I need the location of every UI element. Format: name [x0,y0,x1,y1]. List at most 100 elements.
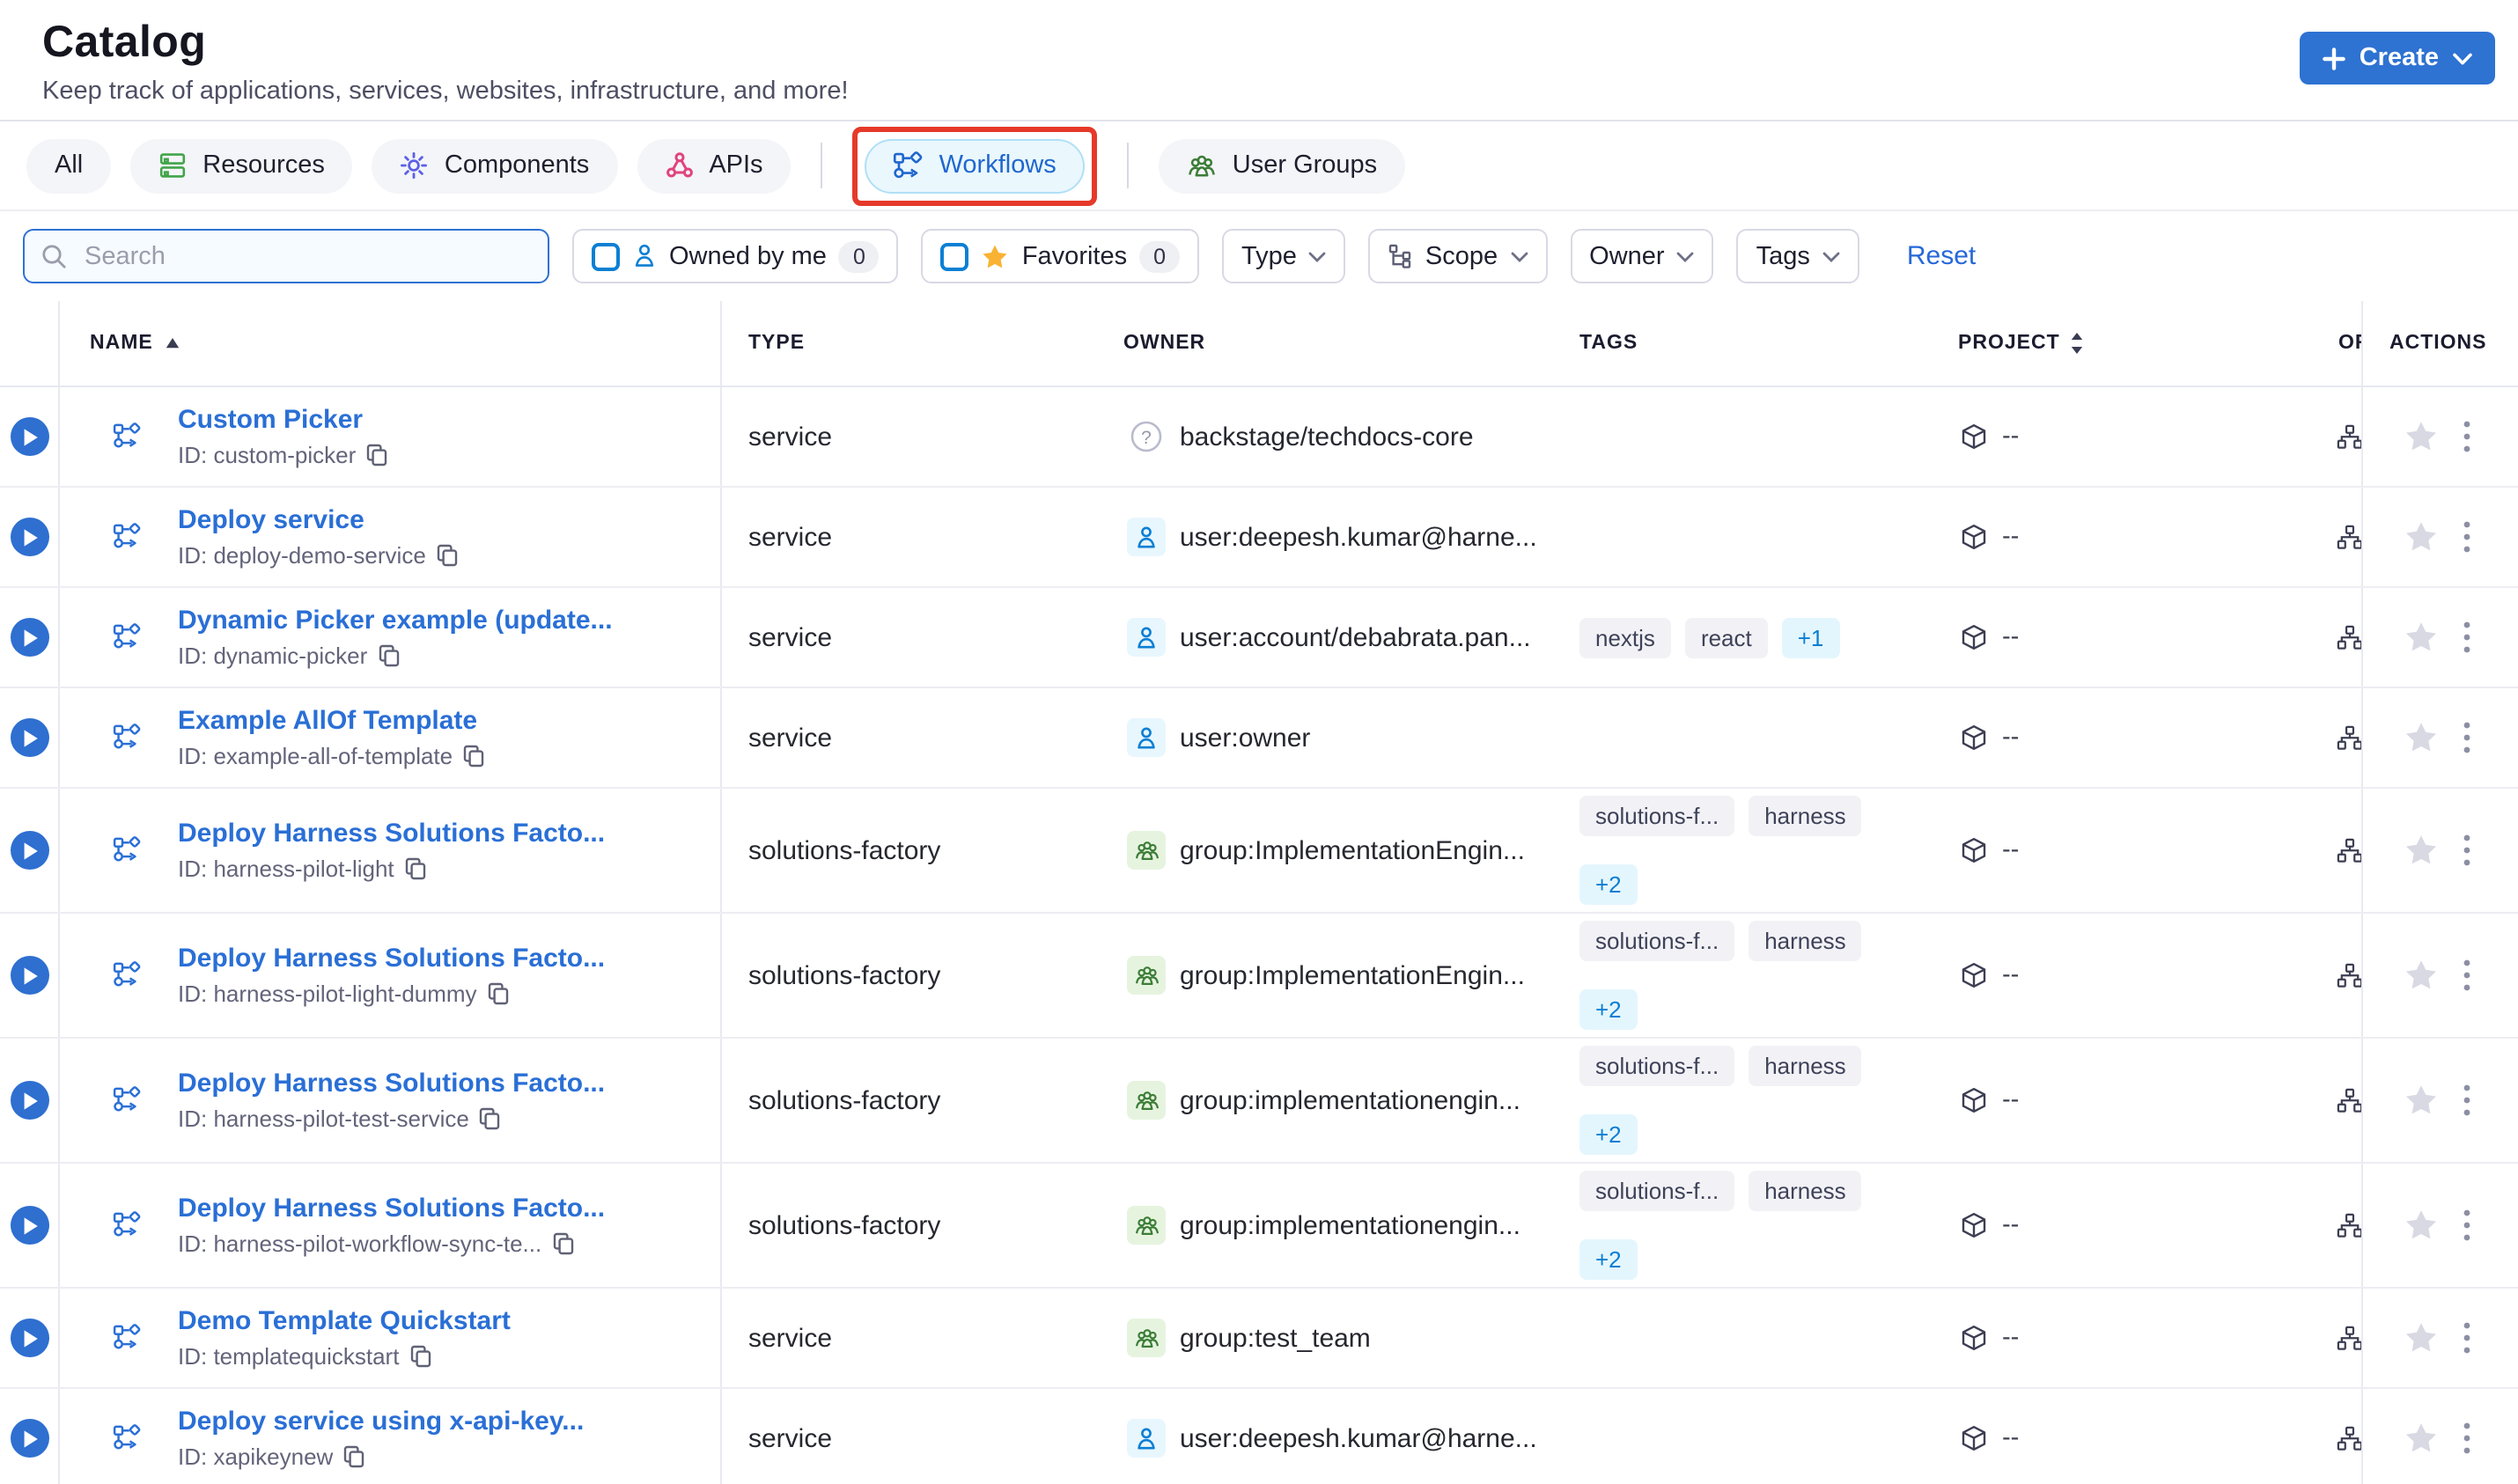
table-row: Deploy Harness Solutions Facto... ID: ha… [0,914,2518,1039]
org-chart-icon[interactable] [2337,1325,2361,1351]
kebab-menu-icon [2463,621,2470,653]
tab-components[interactable]: Components [372,138,618,193]
org-chart-icon[interactable] [2337,423,2361,450]
entity-name-link[interactable]: Deploy service using x-api-key... [178,1407,584,1436]
run-workflow-button[interactable] [10,1206,48,1245]
copy-icon[interactable] [463,745,484,768]
copy-icon[interactable] [409,1345,431,1368]
entity-name-link[interactable]: Dynamic Picker example (update... [178,606,613,635]
copy-icon[interactable] [343,1445,364,1468]
play-icon [19,427,39,446]
run-workflow-button[interactable] [10,1419,48,1458]
org-chart-icon[interactable] [2337,724,2361,751]
workflow-icon [113,422,141,451]
tab-apis[interactable]: APIs [637,138,791,193]
run-workflow-button[interactable] [10,1319,48,1357]
favorite-star-button[interactable] [2404,833,2439,868]
entity-type: service [748,522,833,552]
copy-icon[interactable] [480,1107,501,1130]
more-tags-pill[interactable]: +2 [1579,864,1638,905]
more-tags-pill[interactable]: +2 [1579,989,1638,1030]
favorite-star-button[interactable] [2404,419,2439,454]
entity-name-link[interactable]: Deploy service [178,505,364,535]
row-menu-button[interactable] [2463,1084,2470,1116]
org-chart-icon[interactable] [2337,1212,2361,1238]
favorite-star-button[interactable] [2404,1421,2439,1456]
copy-icon[interactable] [405,857,426,880]
row-menu-button[interactable] [2463,1422,2470,1454]
run-workflow-button[interactable] [10,518,48,556]
copy-icon[interactable] [366,444,387,467]
row-menu-button[interactable] [2463,1322,2470,1354]
run-workflow-button[interactable] [10,718,48,757]
entity-name-link[interactable]: Deploy Harness Solutions Facto... [178,944,605,973]
tab-all[interactable]: All [26,138,112,193]
owner-name: user:deepesh.kumar@harne... [1180,522,1537,552]
tags-filter-dropdown[interactable]: Tags [1736,229,1859,283]
entity-name-link[interactable]: Deploy Harness Solutions Facto... [178,1194,605,1223]
run-workflow-button[interactable] [10,417,48,456]
entity-name-link[interactable]: Custom Picker [178,405,363,435]
more-tags-pill[interactable]: +2 [1579,1114,1638,1155]
run-workflow-button[interactable] [10,956,48,995]
copy-icon[interactable] [378,644,399,667]
org-chart-icon[interactable] [2337,1087,2361,1113]
run-workflow-button[interactable] [10,1081,48,1120]
column-header-project[interactable]: PROJECT [1958,301,2289,386]
favorites-filter[interactable]: Favorites 0 [921,229,1200,283]
run-workflow-button[interactable] [10,618,48,657]
row-menu-button[interactable] [2463,959,2470,991]
copy-icon[interactable] [552,1232,573,1255]
favorites-checkbox[interactable] [940,242,969,270]
row-menu-button[interactable] [2463,521,2470,553]
org-chart-icon[interactable] [2337,624,2361,650]
svg-text:?: ? [1141,428,1152,448]
favorite-star-button[interactable] [2404,519,2439,555]
favorite-star-button[interactable] [2404,1083,2439,1118]
column-header-name[interactable]: NAME [60,301,720,386]
owned-by-me-filter[interactable]: Owned by me 0 [572,229,899,283]
favorite-star-button[interactable] [2404,1320,2439,1355]
org-chart-icon[interactable] [2337,962,2361,988]
entity-id: ID: harness-pilot-test-service [178,1106,469,1132]
tab-user-groups[interactable]: User Groups [1158,138,1406,193]
favorite-star-icon [2404,958,2439,993]
entity-name-link[interactable]: Deploy Harness Solutions Facto... [178,819,605,849]
workflow-icon [113,724,141,752]
tab-resources[interactable]: Resources [130,138,353,193]
owner-filter-dropdown[interactable]: Owner [1570,229,1714,283]
project-value: -- [2002,1424,2020,1452]
run-workflow-button[interactable] [10,831,48,870]
search-input[interactable] [81,240,532,272]
owned-by-me-checkbox[interactable] [592,242,620,270]
column-header-actions: ACTIONS [2361,301,2518,386]
entity-name-link[interactable]: Example AllOf Template [178,706,477,736]
type-filter-dropdown[interactable]: Type [1222,229,1346,283]
create-button[interactable]: Create [2299,32,2495,84]
row-menu-button[interactable] [2463,421,2470,452]
more-tags-pill[interactable]: +1 [1781,617,1840,658]
row-menu-button[interactable] [2463,722,2470,753]
org-chart-icon[interactable] [2337,1425,2361,1451]
tab-workflows[interactable]: Workflows [865,138,1085,193]
scope-filter-dropdown[interactable]: Scope [1368,229,1548,283]
more-tags-pill[interactable]: +2 [1579,1239,1638,1280]
entity-type: service [748,422,833,452]
favorite-star-button[interactable] [2404,1208,2439,1243]
copy-icon[interactable] [437,544,458,567]
org-chart-icon[interactable] [2337,524,2361,550]
row-menu-button[interactable] [2463,1209,2470,1241]
favorite-star-button[interactable] [2404,620,2439,655]
reset-filters-link[interactable]: Reset [1907,241,1976,271]
favorite-star-button[interactable] [2404,958,2439,993]
copy-icon[interactable] [488,982,509,1005]
org-chart-icon[interactable] [2337,837,2361,863]
row-menu-button[interactable] [2463,834,2470,866]
row-menu-button[interactable] [2463,621,2470,653]
favorite-star-button[interactable] [2404,720,2439,755]
entity-type: service [748,622,833,652]
entity-name-link[interactable]: Deploy Harness Solutions Facto... [178,1069,605,1098]
entity-name-link[interactable]: Demo Template Quickstart [178,1306,511,1336]
favorite-star-icon [2404,1320,2439,1355]
person-icon [632,243,657,269]
